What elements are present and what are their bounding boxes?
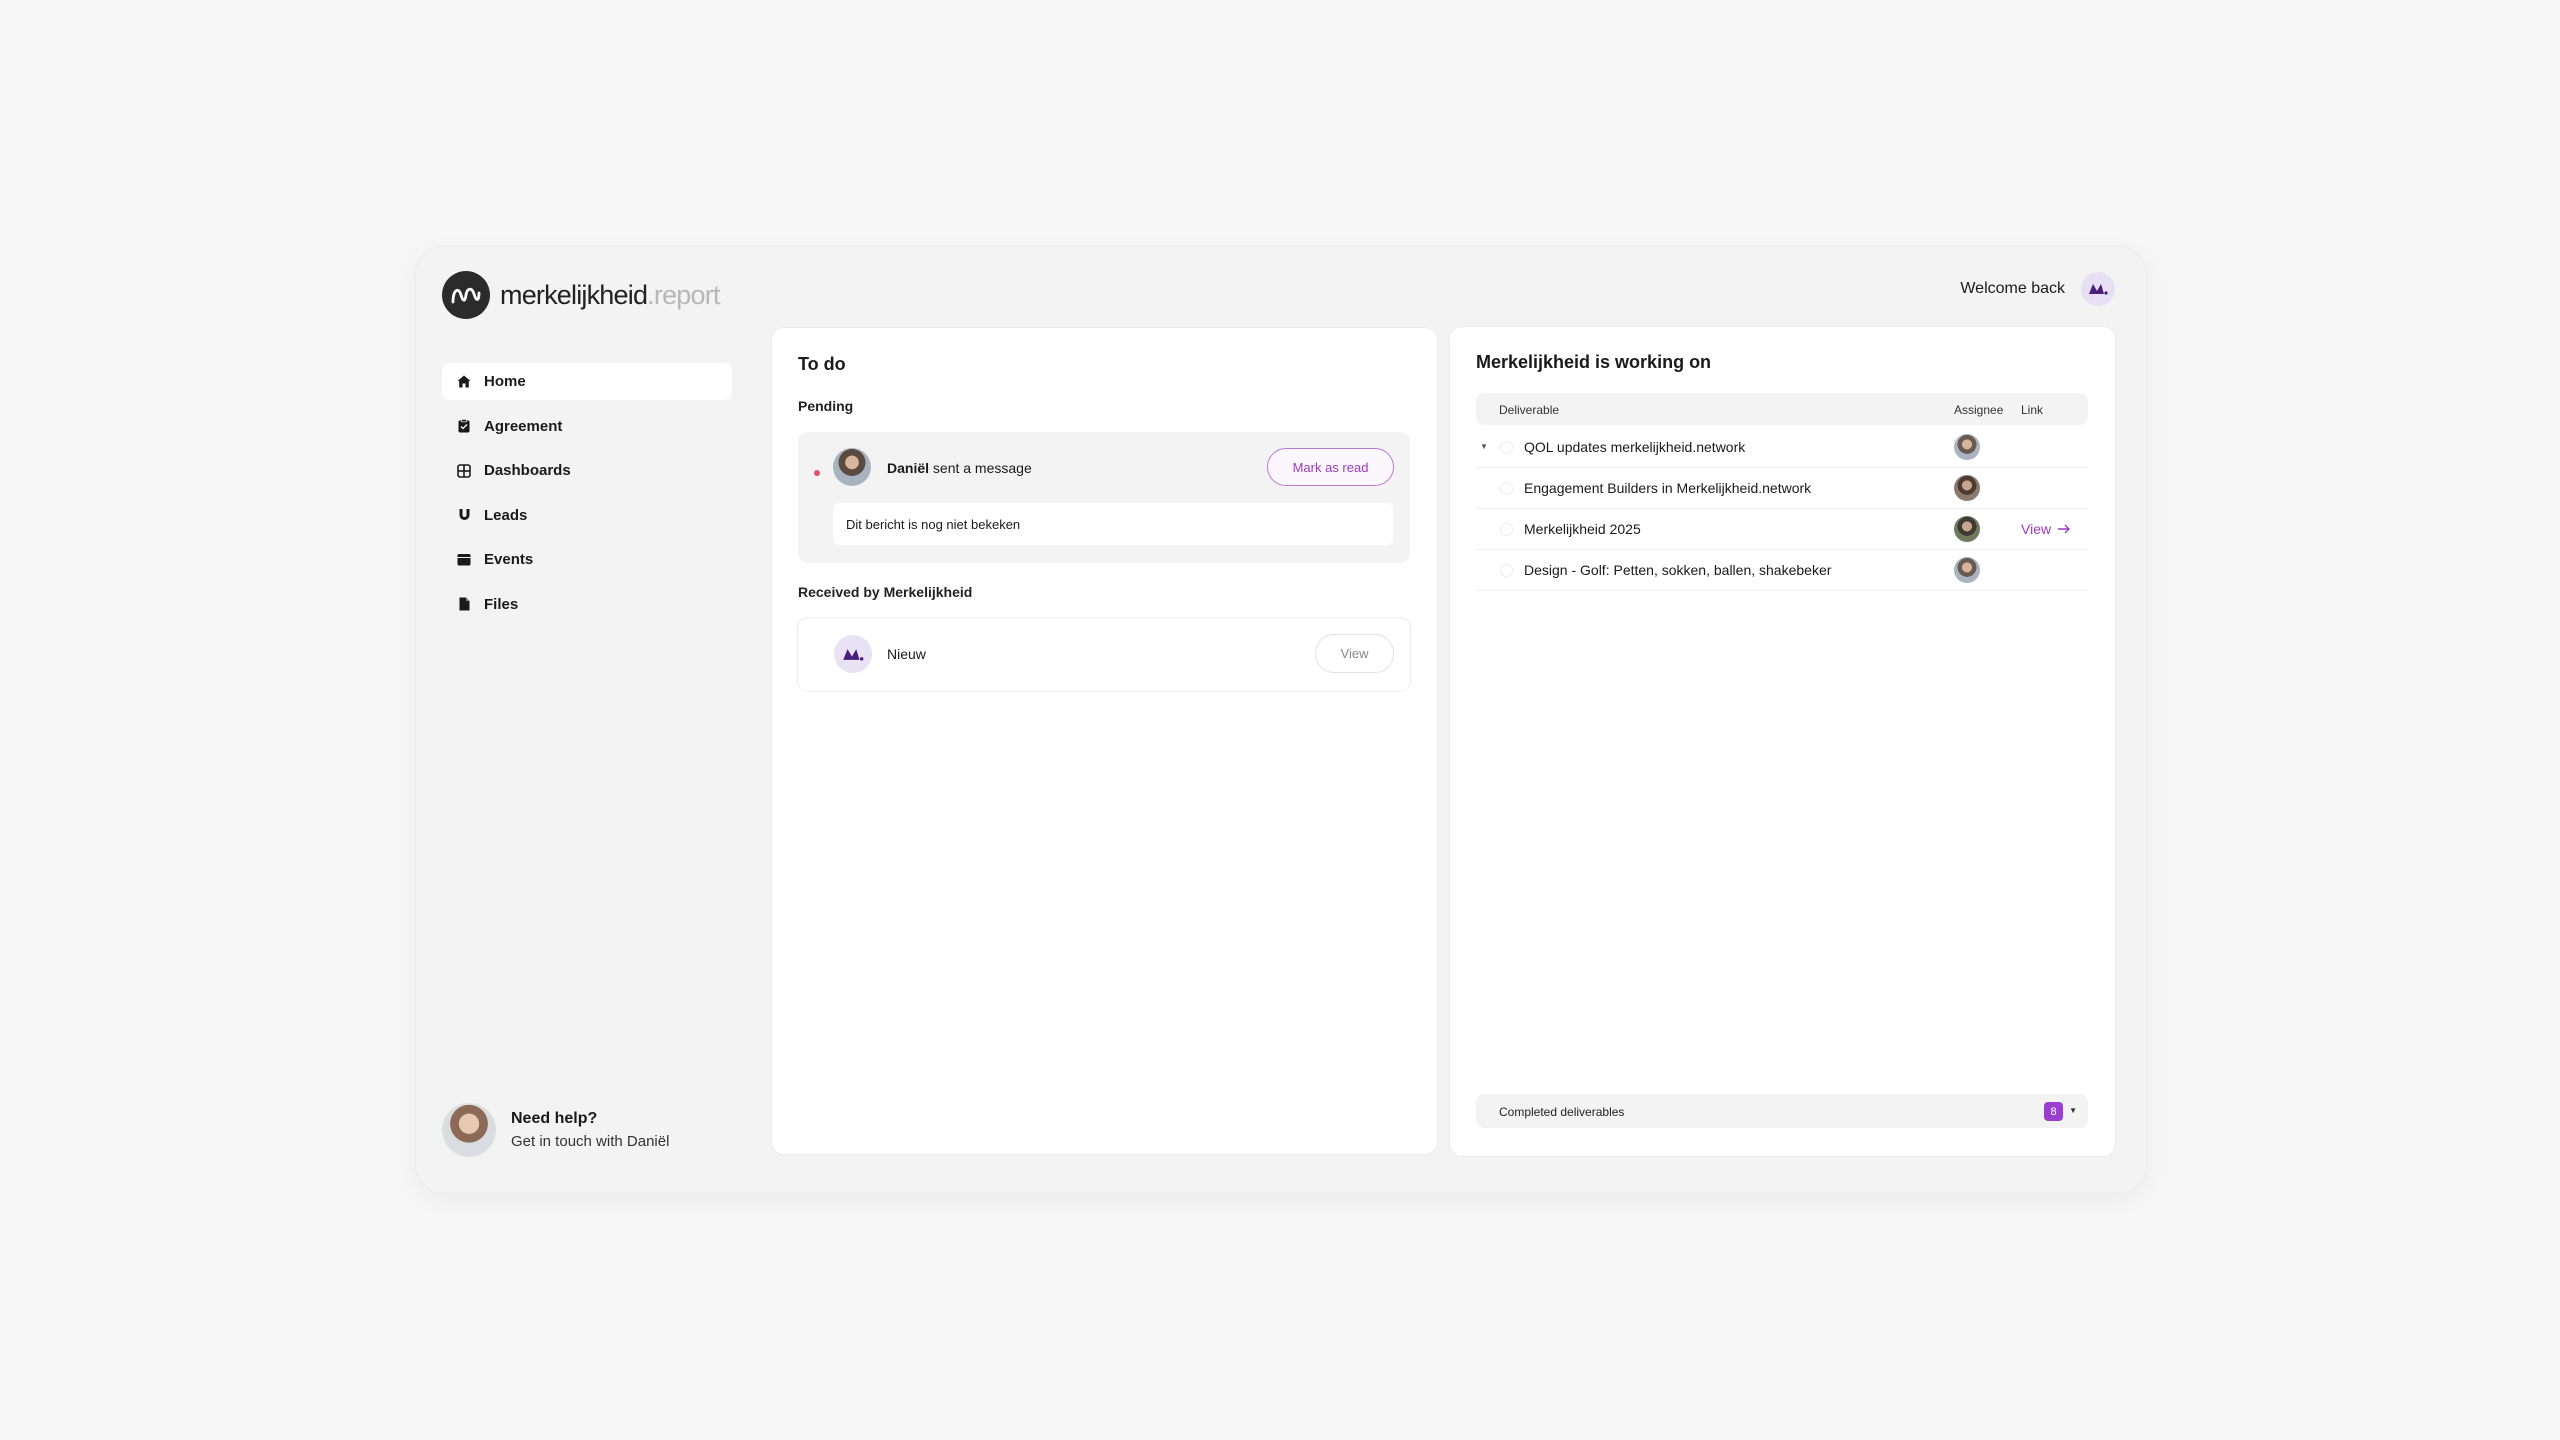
home-icon — [456, 374, 472, 390]
received-label: Received by Merkelijkheid — [798, 584, 973, 600]
arrow-right-icon — [2058, 524, 2071, 534]
app-window: merkelijkheid.report Welcome back Home A… — [416, 247, 2146, 1193]
avatar — [1954, 475, 1980, 501]
message-action: sent a message — [929, 460, 1032, 476]
avatar — [442, 1103, 496, 1157]
received-card: Nieuw View — [798, 618, 1410, 691]
sidebar-item-label: Home — [484, 373, 526, 390]
sidebar-item-label: Files — [484, 595, 519, 613]
sidebar-item-files[interactable]: Files — [442, 586, 732, 623]
sidebar-item-leads[interactable]: Leads — [442, 497, 732, 534]
deliverable-label: Merkelijkheid 2025 — [1524, 521, 1641, 537]
view-button[interactable]: View — [1315, 634, 1394, 673]
status-circle-icon[interactable] — [1500, 523, 1513, 536]
sidebar-item-label: Leads — [484, 506, 528, 524]
avatar — [1954, 434, 1980, 460]
deliverable-label: Engagement Builders in Merkelijkheid.net… — [1524, 480, 1812, 496]
sidebar-item-label: Agreement — [484, 417, 563, 435]
welcome-label: Welcome back — [1960, 280, 2065, 297]
pending-label: Pending — [798, 398, 854, 414]
brand-logo[interactable]: merkelijkheid.report — [442, 271, 720, 319]
view-link-label: View — [2021, 521, 2052, 537]
column-link: Link — [2021, 403, 2044, 417]
completed-deliverables-toggle[interactable]: Completed deliverables 8 ▼ — [1476, 1094, 2088, 1128]
sidebar-item-agreement[interactable]: Agreement — [442, 408, 732, 445]
table-row[interactable]: Design - Golf: Petten, sokken, ballen, s… — [1476, 550, 2088, 591]
sidebar-item-label: Events — [484, 551, 534, 568]
deliverable-label: Design - Golf: Petten, sokken, ballen, s… — [1524, 562, 1832, 578]
deliverable-label: QOL updates merkelijkheid.network — [1524, 439, 1746, 455]
logo-mark-icon — [442, 271, 490, 319]
logo-suffix: .report — [647, 279, 720, 310]
column-deliverable: Deliverable — [1499, 403, 1560, 417]
table-header: Deliverable Assignee Link — [1476, 393, 2088, 425]
magnet-icon — [456, 507, 472, 523]
help-title: Need help? — [511, 1110, 598, 1127]
sidebar-item-home[interactable]: Home — [442, 363, 732, 400]
sidebar-item-label: Dashboards — [484, 462, 571, 479]
logo-text: merkelijkheid.report — [500, 280, 720, 311]
help-text: Need help? Get in touch with Daniël — [511, 1110, 669, 1150]
brand-avatar — [834, 635, 872, 673]
working-on-panel: Merkelijkheid is working on Deliverable … — [1450, 327, 2115, 1156]
table-row[interactable]: ▼ QOL updates merkelijkheid.network — [1476, 427, 2088, 468]
status-circle-icon[interactable] — [1500, 482, 1513, 495]
received-item-label: Nieuw — [887, 646, 926, 662]
file-icon — [456, 596, 472, 612]
welcome-area: Welcome back — [1960, 272, 2115, 306]
completed-label: Completed deliverables — [1499, 1105, 1625, 1119]
help-subtitle: Get in touch with Daniël — [511, 1133, 670, 1150]
avatar — [1954, 557, 1980, 583]
count-badge: 8 — [2044, 1102, 2063, 1121]
logo-name: merkelijkheid — [500, 279, 648, 310]
status-circle-icon[interactable] — [1500, 441, 1513, 454]
table-row[interactable]: Engagement Builders in Merkelijkheid.net… — [1476, 468, 2088, 509]
brand-m-icon — [843, 648, 864, 661]
grid-icon — [456, 463, 472, 479]
message-sender: Daniël — [887, 460, 930, 476]
status-circle-icon[interactable] — [1500, 564, 1513, 577]
sidebar-item-events[interactable]: Events — [442, 541, 732, 578]
message-card: Daniël sent a message Mark as read Dit b… — [798, 432, 1410, 563]
mark-as-read-button[interactable]: Mark as read — [1267, 448, 1394, 486]
panel-title: To do — [798, 354, 846, 374]
column-assignee: Assignee — [1954, 403, 2004, 417]
clipboard-icon — [456, 418, 472, 434]
help-contact[interactable]: Need help? Get in touch with Daniël — [442, 1103, 669, 1157]
unread-dot-icon — [814, 470, 820, 476]
brand-m-icon — [2089, 284, 2108, 295]
message-body: Dit bericht is nog niet bekeken — [833, 503, 1393, 545]
table-row[interactable]: Merkelijkheid 2025 View — [1476, 509, 2088, 550]
calendar-icon — [456, 552, 472, 568]
sidebar-item-dashboards[interactable]: Dashboards — [442, 452, 732, 489]
todo-panel: To do Pending Daniël sent a message Mark… — [772, 328, 1437, 1154]
avatar — [1954, 516, 1980, 542]
panel-title: Merkelijkheid is working on — [1476, 352, 1712, 372]
brand-avatar[interactable] — [2081, 272, 2115, 306]
avatar — [833, 448, 871, 486]
view-link[interactable]: View — [2021, 521, 2071, 537]
message-summary: Daniël sent a message — [887, 460, 1032, 476]
chevron-down-icon[interactable]: ▼ — [1480, 442, 1488, 451]
chevron-down-icon: ▼ — [2069, 1106, 2077, 1115]
sidebar-nav: Home Agreement Dashboards Leads Events F… — [442, 363, 732, 630]
